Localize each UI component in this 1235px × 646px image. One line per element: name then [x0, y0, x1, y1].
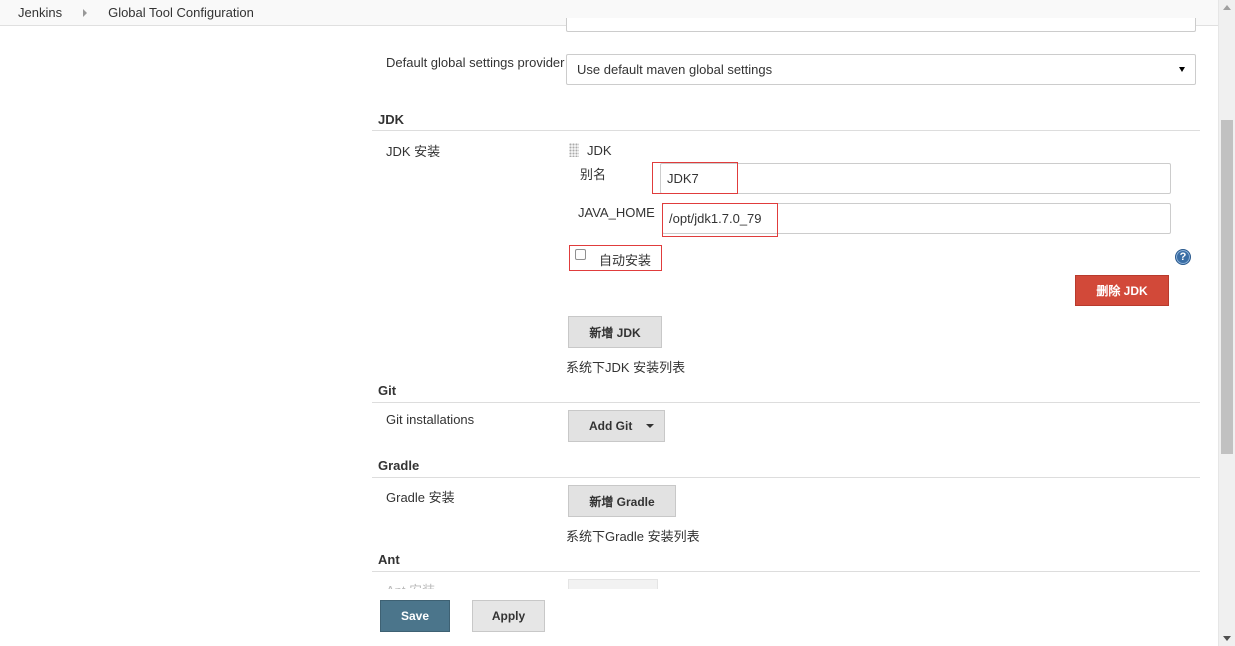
global-settings-provider-select[interactable]: Use default maven global settings: [566, 54, 1196, 85]
delete-jdk-button[interactable]: 删除 JDK: [1075, 275, 1169, 306]
add-git-button[interactable]: Add Git: [568, 410, 665, 442]
drag-handle-icon[interactable]: [569, 143, 579, 157]
add-jdk-button[interactable]: 新增 JDK: [568, 316, 662, 348]
breadcrumb-separator-icon: [83, 8, 88, 17]
add-git-label: Add Git: [589, 419, 633, 433]
gradle-install-label: Gradle 安装: [386, 490, 455, 505]
jdk-list-caption: 系统下JDK 安装列表: [566, 360, 686, 375]
breadcrumb-jenkins[interactable]: Jenkins: [18, 5, 62, 20]
git-section-divider: [372, 402, 1200, 403]
jdk-section-divider: [372, 130, 1200, 131]
apply-button[interactable]: Apply: [472, 600, 545, 632]
vertical-scrollbar[interactable]: [1218, 0, 1235, 646]
jdk-install-label: JDK 安装: [386, 144, 441, 159]
scroll-up-arrow-icon[interactable]: [1223, 5, 1231, 10]
breadcrumb-global-tool-configuration[interactable]: Global Tool Configuration: [108, 5, 254, 20]
maven-settings-file-input-partial[interactable]: [566, 18, 1196, 32]
add-ant-button-partial[interactable]: [568, 579, 658, 589]
jdk-item-header: JDK: [587, 143, 612, 158]
global-settings-provider-value: Use default maven global settings: [577, 62, 773, 77]
bottom-button-bar: [0, 589, 1218, 646]
save-button[interactable]: Save: [380, 600, 450, 632]
git-installations-label: Git installations: [386, 412, 475, 427]
java-home-label: JAVA_HOME: [578, 205, 655, 220]
add-gradle-button[interactable]: 新增 Gradle: [568, 485, 676, 517]
java-home-highlight: [662, 203, 778, 237]
ant-section-divider: [372, 571, 1200, 572]
help-icon[interactable]: ?: [1175, 249, 1191, 265]
jdk-section-title: JDK: [378, 112, 405, 127]
auto-install-highlight: [569, 245, 662, 271]
chevron-down-icon: [646, 424, 655, 428]
gradle-section-title: Gradle: [378, 458, 420, 473]
gradle-list-caption: 系统下Gradle 安装列表: [566, 529, 700, 544]
scroll-thumb[interactable]: [1221, 120, 1233, 454]
chevron-down-icon: [1179, 67, 1185, 72]
scroll-down-arrow-icon[interactable]: [1223, 636, 1231, 641]
ant-install-label: Ant 安装: [386, 580, 435, 589]
jdk-alias-label: 别名: [580, 167, 607, 182]
jdk-alias-highlight: [652, 162, 738, 194]
git-section-title: Git: [378, 383, 397, 398]
gradle-section-divider: [372, 477, 1200, 478]
global-settings-provider-label: Default global settings provider: [386, 55, 565, 70]
ant-section-title: Ant: [378, 552, 400, 567]
